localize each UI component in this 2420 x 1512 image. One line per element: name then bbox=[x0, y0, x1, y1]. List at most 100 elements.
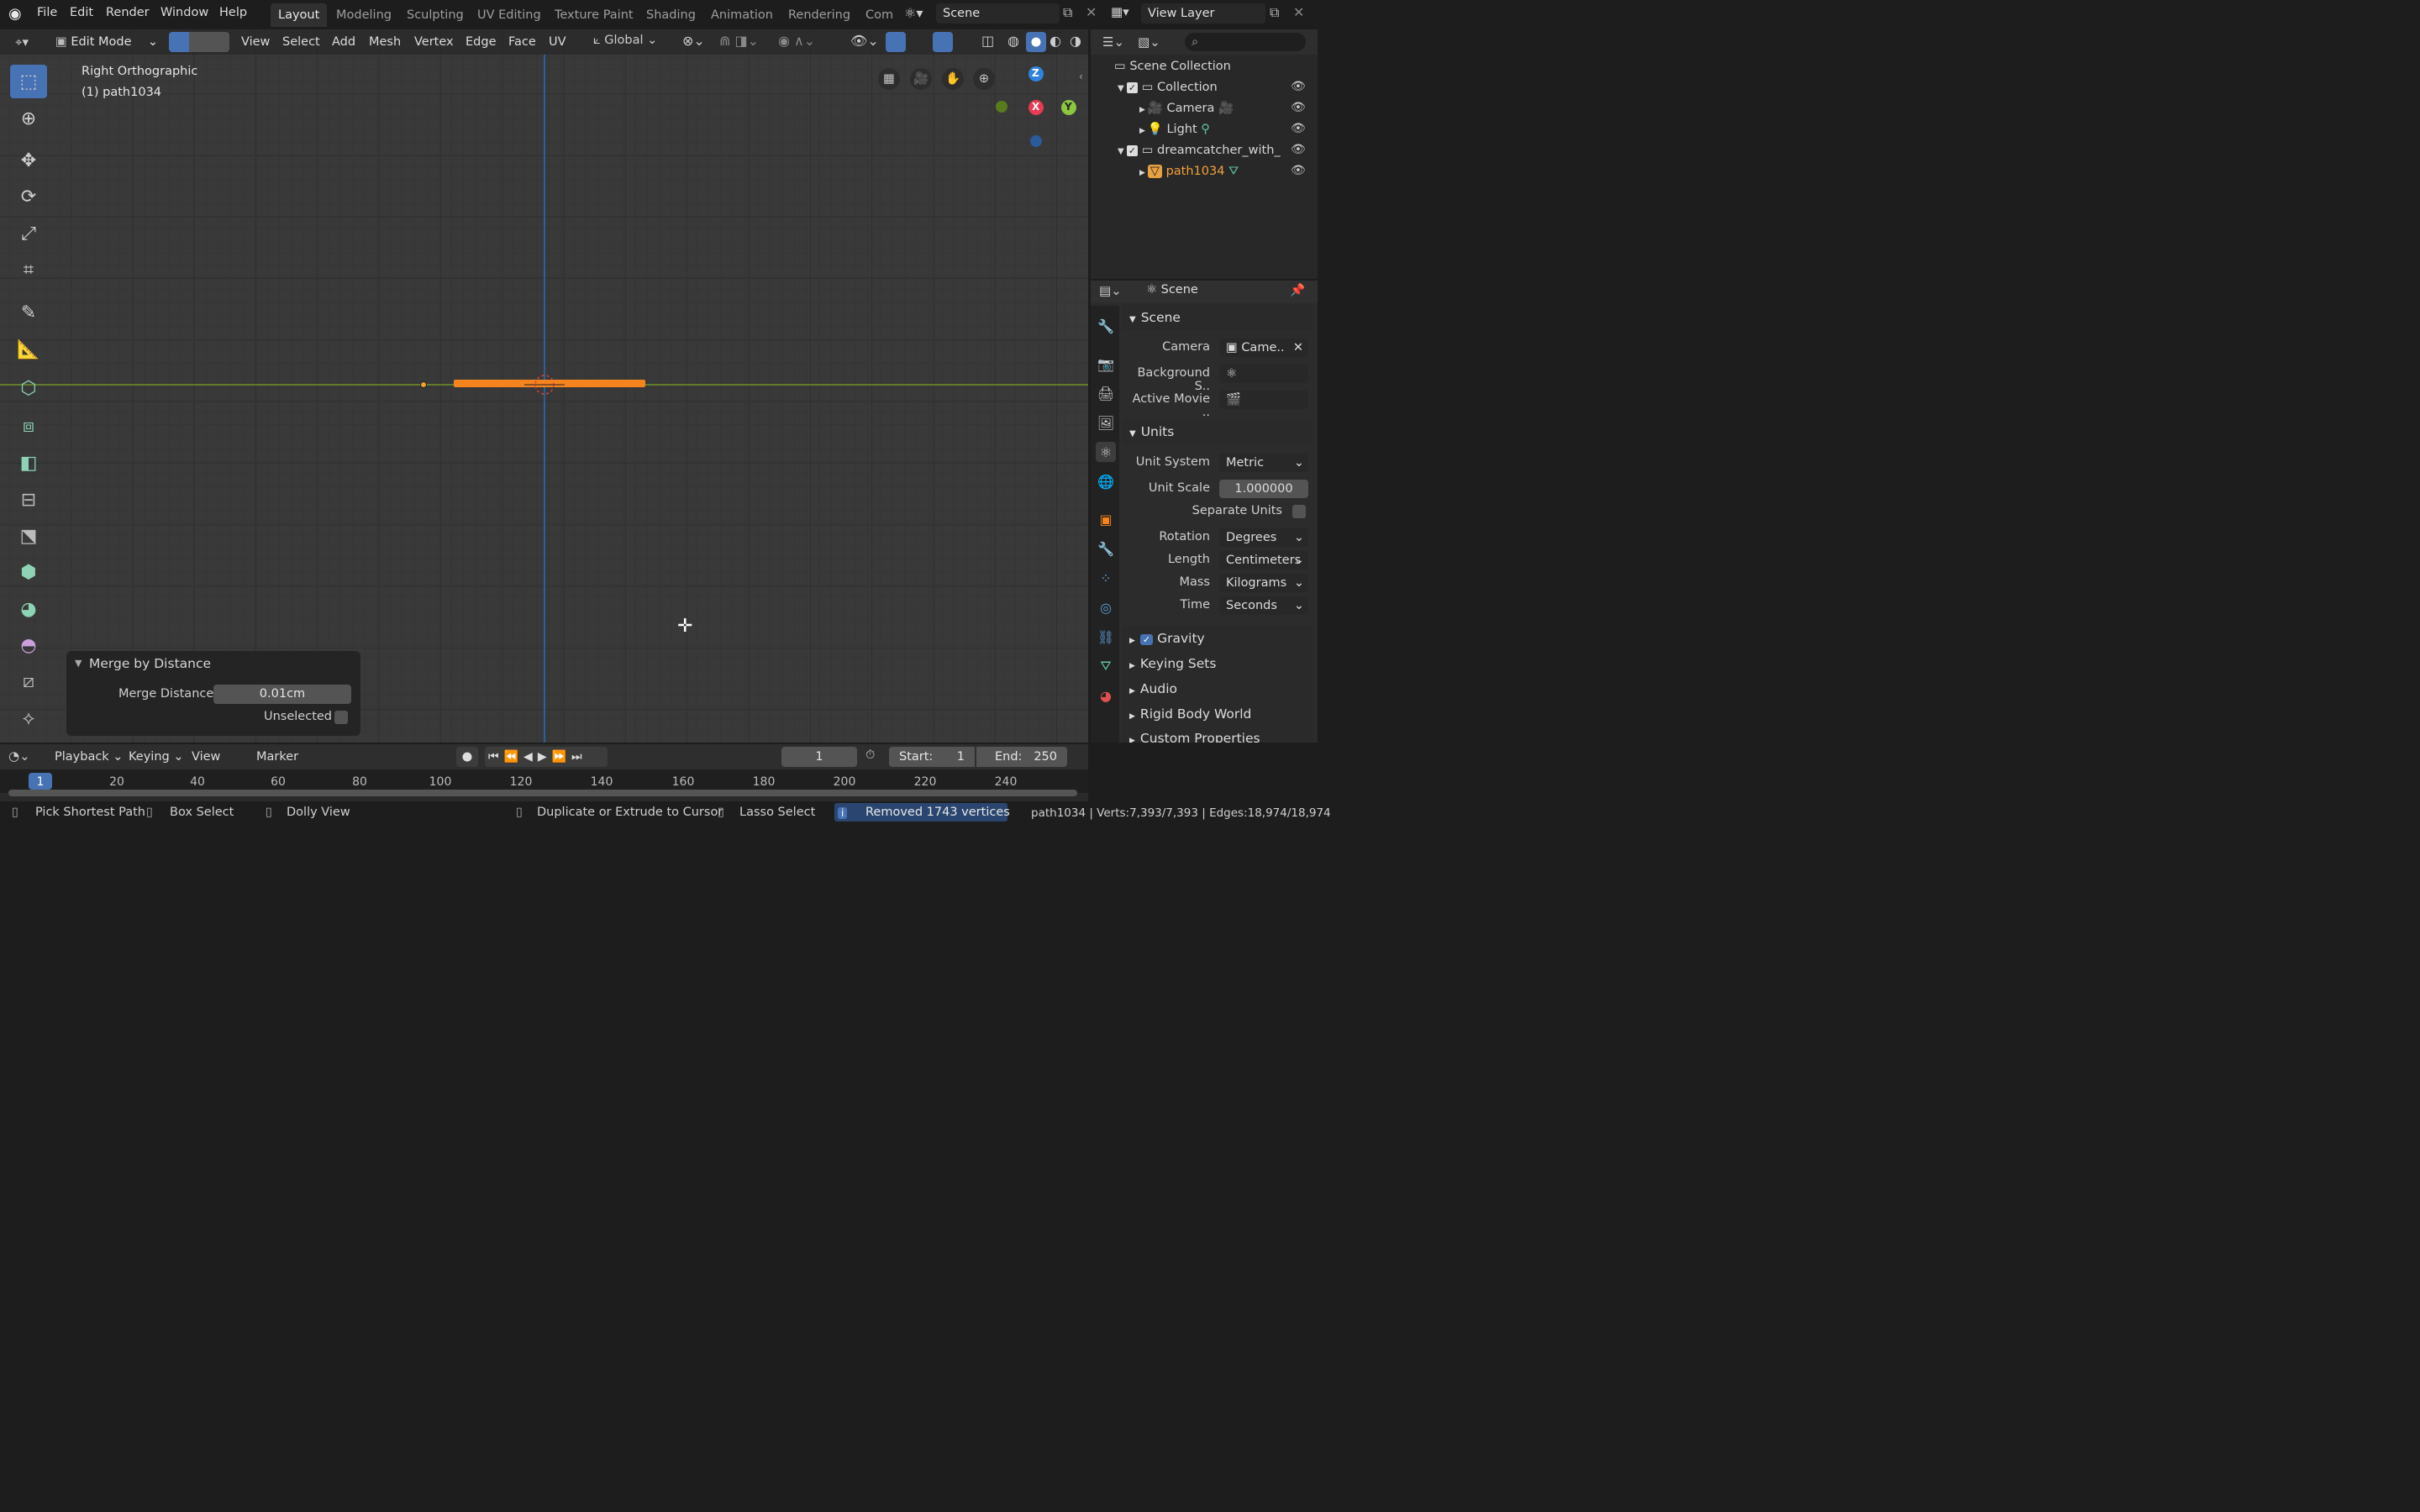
bevel-tool-icon[interactable]: ⊟ bbox=[10, 483, 47, 517]
play-reverse-icon[interactable]: ◀ bbox=[523, 750, 538, 764]
operator-title[interactable]: Merge by Distance bbox=[89, 656, 211, 671]
header-menu-edge[interactable]: Edge bbox=[459, 32, 503, 52]
loop-cut-tool-icon[interactable]: ⬔ bbox=[10, 519, 47, 553]
tab-texture-paint[interactable]: Texture Paint bbox=[547, 3, 641, 27]
knife-tool-icon[interactable]: ⬢ bbox=[10, 555, 47, 589]
shear-tool-icon[interactable]: ⧄ bbox=[10, 664, 47, 698]
edge-select-mode-icon[interactable] bbox=[189, 32, 209, 52]
physics-props-icon[interactable]: ◎ bbox=[1096, 597, 1116, 617]
outliner-search-input[interactable]: ⌕ bbox=[1185, 33, 1306, 51]
tab-shading[interactable]: Shading bbox=[639, 3, 703, 27]
record-icon[interactable]: ● bbox=[456, 747, 478, 767]
view-layer-props-icon[interactable]: 🖼 bbox=[1096, 412, 1116, 433]
timeline-menu-view[interactable]: View bbox=[185, 747, 227, 767]
collapse-arrow-icon[interactable]: ▼ bbox=[75, 658, 82, 669]
delete-view-layer-icon[interactable]: ✕ bbox=[1293, 4, 1304, 20]
header-menu-add[interactable]: Add bbox=[325, 32, 362, 52]
rip-tool-icon[interactable]: ⟡ bbox=[10, 701, 47, 735]
timeline-menu-keying[interactable]: Keying ⌄ bbox=[122, 747, 190, 767]
timeline-menu-playback[interactable]: Playback ⌄ bbox=[48, 747, 129, 767]
eye-icon[interactable]: 👁 bbox=[1291, 101, 1306, 114]
prev-keyframe-icon[interactable]: ⏪ bbox=[504, 750, 523, 764]
measure-tool-icon[interactable]: 📐 bbox=[10, 333, 47, 366]
output-props-icon[interactable]: 🖨 bbox=[1096, 383, 1116, 403]
camera-field[interactable]: ▣ Came.. ✕ bbox=[1219, 339, 1308, 357]
start-frame-field[interactable]: Start: 1 bbox=[889, 747, 975, 767]
keying-sets-panel-header[interactable]: ▶ Keying Sets bbox=[1123, 651, 1313, 676]
scene-panel-header[interactable]: ▼ Scene bbox=[1123, 305, 1313, 330]
face-select-mode-icon[interactable] bbox=[209, 32, 229, 52]
unit-scale-field[interactable]: 1.000000 bbox=[1219, 480, 1308, 498]
timeline-editor-icon[interactable]: ◔⌄ bbox=[8, 748, 30, 764]
solid-shading-icon[interactable]: ● bbox=[1026, 32, 1046, 52]
gravity-panel-header[interactable]: ▶ ✓ Gravity bbox=[1123, 626, 1313, 651]
active-movie-clip-field[interactable]: 🎬 bbox=[1219, 391, 1308, 409]
outliner-row-camera[interactable]: ▶ 🎥 Camera 🎥 bbox=[1139, 98, 1234, 119]
background-scene-field[interactable]: ⚛ bbox=[1219, 365, 1308, 383]
gizmo-toggle-icon[interactable] bbox=[886, 32, 906, 52]
3d-viewport[interactable] bbox=[0, 29, 1088, 743]
checkbox-icon[interactable]: ✓ bbox=[1126, 145, 1139, 156]
tab-animation[interactable]: Animation bbox=[703, 3, 781, 27]
checkbox-icon[interactable]: ✓ bbox=[1126, 82, 1139, 93]
material-shading-icon[interactable]: ◐ bbox=[1050, 33, 1061, 49]
unit-system-select[interactable]: Metric ⌄ bbox=[1219, 454, 1308, 472]
mass-select[interactable]: Kilograms ⌄ bbox=[1219, 574, 1308, 592]
world-props-icon[interactable]: 🌐 bbox=[1096, 471, 1116, 491]
display-mode-icon[interactable]: ▧⌄ bbox=[1138, 34, 1160, 50]
tab-layout[interactable]: Layout bbox=[271, 3, 328, 27]
jump-start-icon[interactable]: ⏮ bbox=[488, 750, 504, 764]
time-select[interactable]: Seconds ⌄ bbox=[1219, 596, 1308, 615]
jump-end-icon[interactable]: ⏭ bbox=[571, 750, 587, 764]
scene-props-tab-icon[interactable]: ⚛ bbox=[1096, 442, 1116, 462]
inset-tool-icon[interactable]: ◧ bbox=[10, 446, 47, 480]
outliner-row-dreamcatcher[interactable]: ▼ ✓ ▭ dreamcatcher_with_ bbox=[1118, 140, 1286, 161]
wireframe-shading-icon[interactable]: ◍ bbox=[1007, 33, 1019, 49]
header-menu-view[interactable]: View bbox=[234, 32, 276, 52]
delete-scene-icon[interactable]: ✕ bbox=[1086, 4, 1097, 20]
vertex-select-mode-icon[interactable] bbox=[169, 32, 189, 52]
current-frame-field[interactable]: 1 bbox=[781, 747, 857, 767]
add-cube-tool-icon[interactable]: ⬡ bbox=[10, 371, 47, 405]
modifier-props-icon[interactable]: 🔧 bbox=[1096, 538, 1116, 559]
tab-sculpting[interactable]: Sculpting bbox=[399, 3, 471, 27]
transform-tool-icon[interactable]: ⌗ bbox=[10, 253, 47, 286]
constraints-props-icon[interactable]: ⛓ bbox=[1096, 627, 1116, 647]
eye-icon[interactable]: 👁 bbox=[1291, 122, 1306, 135]
header-menu-mesh[interactable]: Mesh bbox=[362, 32, 408, 52]
scale-tool-icon[interactable]: ⤢ bbox=[10, 217, 47, 250]
camera-view-icon[interactable]: 🎥 bbox=[910, 68, 932, 90]
blender-logo-icon[interactable]: ◉ bbox=[8, 5, 27, 24]
eye-icon[interactable]: 👁 bbox=[1291, 80, 1306, 93]
smooth-tool-icon[interactable]: ◓ bbox=[10, 628, 47, 662]
units-panel-header[interactable]: ▼ Units bbox=[1123, 419, 1313, 444]
stopwatch-icon[interactable]: ⏱ bbox=[865, 748, 875, 762]
next-keyframe-icon[interactable]: ⏩ bbox=[552, 750, 571, 764]
tab-rendering[interactable]: Rendering bbox=[781, 3, 858, 27]
new-scene-icon[interactable]: ⧉ bbox=[1063, 4, 1072, 21]
pin-icon[interactable]: 📌 bbox=[1290, 283, 1305, 297]
scene-icon[interactable]: ⚛▾ bbox=[904, 5, 923, 21]
end-frame-field[interactable]: End: 250 bbox=[976, 747, 1067, 767]
tool-props-icon[interactable]: 🔧 bbox=[1096, 316, 1116, 336]
select-box-tool-icon[interactable]: ⬚ bbox=[10, 65, 47, 98]
length-select[interactable]: Centimeters ⌄ bbox=[1219, 551, 1308, 570]
header-menu-vertex[interactable]: Vertex bbox=[408, 32, 460, 52]
rotate-tool-icon[interactable]: ⟳ bbox=[10, 180, 47, 213]
new-view-layer-icon[interactable]: ⧉ bbox=[1270, 4, 1279, 21]
annotate-tool-icon[interactable]: ✎ bbox=[10, 296, 47, 329]
rotation-select[interactable]: Degrees ⌄ bbox=[1219, 528, 1308, 547]
merge-distance-field[interactable]: 0.01cm bbox=[213, 685, 351, 704]
view-layer-field[interactable]: View Layer bbox=[1141, 3, 1265, 24]
header-menu-uv[interactable]: UV bbox=[542, 32, 573, 52]
data-props-icon[interactable]: ⛛ bbox=[1096, 656, 1116, 676]
tab-modeling[interactable]: Modeling bbox=[329, 3, 399, 27]
outliner-row-light[interactable]: ▶ 💡 Light ⚲ bbox=[1139, 119, 1210, 140]
menu-file[interactable]: File bbox=[37, 6, 57, 19]
xray-icon[interactable]: ◫ bbox=[981, 33, 994, 49]
object-props-icon[interactable]: ▣ bbox=[1096, 509, 1116, 529]
eye-icon[interactable]: 👁 bbox=[1291, 164, 1306, 177]
scene-field[interactable]: Scene bbox=[936, 3, 1060, 24]
mode-select[interactable]: ▣ Edit Mode ⌄ bbox=[49, 32, 163, 52]
menu-window[interactable]: Window bbox=[160, 6, 208, 19]
